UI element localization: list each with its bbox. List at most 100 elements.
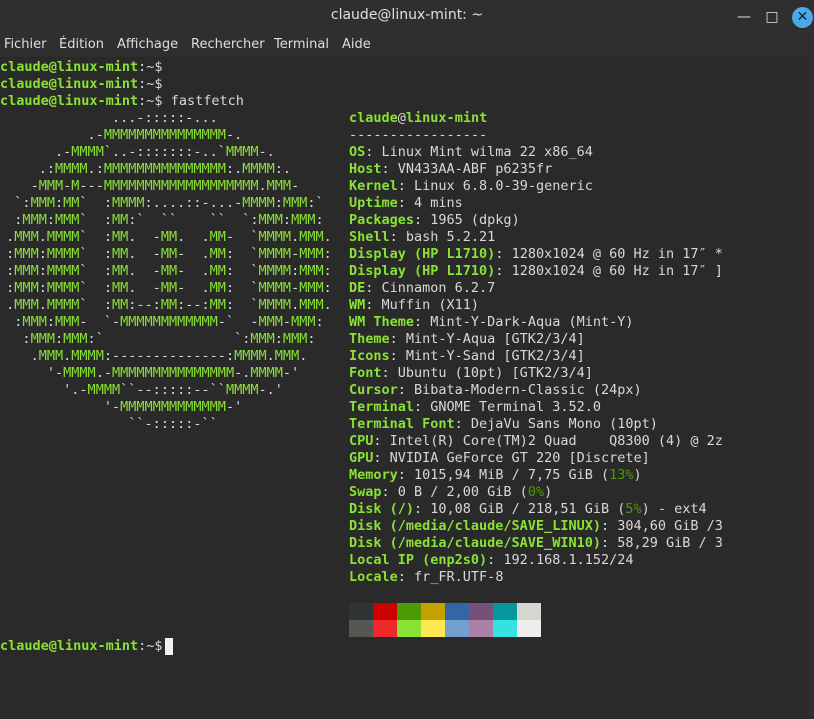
info-rule: ----------------- [349, 127, 488, 143]
info-value: : 10,08 GiB / 218,51 GiB ( [414, 501, 626, 517]
info-key: Disk (/media/claude/SAVE_WIN10) [349, 535, 601, 551]
info-row: Disk (/media/claude/SAVE_WIN10): 58,29 G… [349, 535, 723, 552]
prompt-user: claude@linux-mint [0, 76, 139, 92]
logo-line: .MMM.MMMM:--------------:MMMM.MMM. [30, 348, 308, 364]
color-swatch [397, 603, 421, 620]
color-swatch [421, 620, 445, 637]
info-value: : GNOME Terminal 3.52.0 [414, 399, 601, 415]
prompt-line: claude@linux-mint:~$ [0, 76, 163, 93]
title-bar: claude@linux-mint: ~ — □ ✕ [0, 0, 814, 33]
info-row: Packages: 1965 (dpkg) [349, 212, 520, 229]
logo-line: ...-:::::-... [111, 110, 218, 126]
info-key: Disk (/) [349, 501, 415, 517]
info-key: Display (HP L1710) [349, 246, 496, 262]
info-key: Packages [349, 212, 415, 228]
terminal-output[interactable]: claude@linux-mint:~$ claude@linux-mint:~… [0, 58, 809, 719]
logo-line: '-MMMM.-MMMMMMMMMMMMMMM-.MMMM-' [46, 365, 300, 381]
info-row: Disk (/media/claude/SAVE_LINUX): 304,60 … [349, 518, 723, 535]
info-value: : Bibata-Modern-Classic (24px) [397, 382, 642, 398]
prompt-symbol: :~$ [138, 93, 163, 109]
info-row: Display (HP L1710): 1280x1024 @ 60 Hz in… [349, 263, 723, 280]
info-key: GPU [349, 450, 374, 466]
info-key: WM Theme [349, 314, 415, 330]
logo-line: :MMM:MMMM` :MM. -MM- .MM: `MMMM-MMM: [6, 246, 332, 262]
info-value: : 0 B / 2,00 GiB ( [381, 484, 528, 500]
menu-rechercher[interactable]: Rechercher [191, 37, 265, 52]
minimize-icon[interactable]: — [734, 7, 754, 27]
prompt-user: claude@linux-mint [0, 638, 139, 654]
info-key: OS [349, 144, 366, 160]
logo-line: .MMM.MMMM` :MM. -MM. .MM- `MMMM.MMM. [6, 229, 332, 245]
color-swatch [517, 620, 541, 637]
prompt-line: claude@linux-mint:~$ [0, 59, 163, 76]
info-tail: ) [544, 484, 553, 500]
prompt-user: claude@linux-mint [0, 59, 139, 75]
info-value: : 1965 (dpkg) [414, 212, 520, 228]
info-row: Host: VN433AA-ABF p6235fr [349, 161, 552, 178]
color-swatch [517, 603, 541, 620]
color-swatch [373, 603, 397, 620]
info-row: Kernel: Linux 6.8.0-39-generic [349, 178, 593, 195]
menu-edition[interactable]: Édition [59, 37, 104, 52]
color-swatch [469, 620, 493, 637]
info-row: Local IP (enp2s0): 192.168.1.152/24 [349, 552, 633, 569]
info-percent: 5% [625, 501, 642, 517]
info-host: linux-mint [405, 110, 488, 126]
info-key: Cursor [349, 382, 398, 398]
prompt-line: claude@linux-mint:~$ [0, 638, 171, 655]
info-value: : 1280x1024 @ 60 Hz in 17″ ] [495, 263, 723, 279]
menu-aide[interactable]: Aide [342, 37, 371, 52]
info-key: CPU [349, 433, 374, 449]
info-row: DE: Cinnamon 6.2.7 [349, 280, 495, 297]
window-title: claude@linux-mint: ~ [330, 7, 484, 23]
menu-terminal[interactable]: Terminal [274, 37, 329, 52]
info-row: OS: Linux Mint wilma 22 x86_64 [349, 144, 593, 161]
info-value: : Mint-Y-Dark-Aqua (Mint-Y) [414, 314, 634, 330]
color-swatch [493, 620, 517, 637]
info-row: Shell: bash 5.2.21 [349, 229, 495, 246]
info-key: Local IP (enp2s0) [349, 552, 488, 568]
info-value: : Linux Mint wilma 22 x86_64 [365, 144, 593, 160]
info-header: claude@linux-mint [349, 110, 487, 127]
logo-line: '.-MMMM``--:::::--``MMMM-.' [63, 382, 283, 398]
menu-bar: Fichier Édition Affichage Rechercher Ter… [0, 33, 814, 58]
menu-fichier[interactable]: Fichier [4, 37, 47, 52]
info-value: : Cinnamon 6.2.7 [365, 280, 496, 296]
info-row: Icons: Mint-Y-Sand [GTK2/3/4] [349, 348, 585, 365]
logo-line: :MMM:MMMM` :MM. -MM- .MM: `MMMM-MMM: [6, 280, 332, 296]
info-value: : Mint-Y-Sand [GTK2/3/4] [389, 348, 585, 364]
info-key: DE [349, 280, 366, 296]
prompt-line: claude@linux-mint:~$ fastfetch [0, 93, 244, 110]
color-swatch [445, 603, 469, 620]
info-value: : 1280x1024 @ 60 Hz in 17″ * [495, 246, 723, 262]
info-key: Theme [349, 331, 390, 347]
prompt-command: fastfetch [162, 93, 244, 109]
info-row: Disk (/): 10,08 GiB / 218,51 GiB (5%) - … [349, 501, 707, 518]
logo-line: .-MMMM`..-:::::::-..`MMMM-. [54, 144, 275, 160]
close-icon[interactable]: ✕ [792, 7, 813, 28]
info-value: : bash 5.2.21 [389, 229, 496, 245]
logo-line: .MMM.MMMM` :MM:--:MM:--:MM: `MMMM.MMM. [6, 297, 332, 313]
info-key: Kernel [349, 178, 398, 194]
menu-affichage[interactable]: Affichage [117, 37, 178, 52]
info-row: Swap: 0 B / 2,00 GiB (0%) [349, 484, 552, 501]
logo-line: :MMM:MMM- `-MMMMMMMMMMMM-` -MMM-MMM: [14, 314, 324, 330]
maximize-icon[interactable]: □ [762, 7, 782, 27]
logo-line: .-MMMMMMMMMMMMMMM-. [87, 127, 243, 143]
color-swatch [469, 603, 493, 620]
text-cursor [165, 638, 173, 655]
info-value: : 1015,94 MiB / 7,75 GiB ( [397, 467, 610, 483]
info-value: : DejaVu Sans Mono (10pt) [454, 416, 658, 432]
scrollbar[interactable] [809, 58, 814, 719]
logo-line: :MMM:MMMM` :MM. -MM- .MM: `MMMM:MMM: [6, 263, 332, 279]
info-row: Memory: 1015,94 MiB / 7,75 GiB (13%) [349, 467, 642, 484]
info-value: : Linux 6.8.0-39-generic [397, 178, 593, 194]
color-swatch [421, 603, 445, 620]
logo-line: :MMM:MMM` :MM:` `` `` `:MMM:MMM: [14, 212, 324, 228]
info-value: : Muffin (X11) [365, 297, 480, 313]
info-key: Disk (/media/claude/SAVE_LINUX) [349, 518, 601, 534]
info-percent: 13% [609, 467, 634, 483]
info-key: Memory [349, 467, 398, 483]
info-key: Locale [349, 569, 398, 585]
info-row: Cursor: Bibata-Modern-Classic (24px) [349, 382, 642, 399]
